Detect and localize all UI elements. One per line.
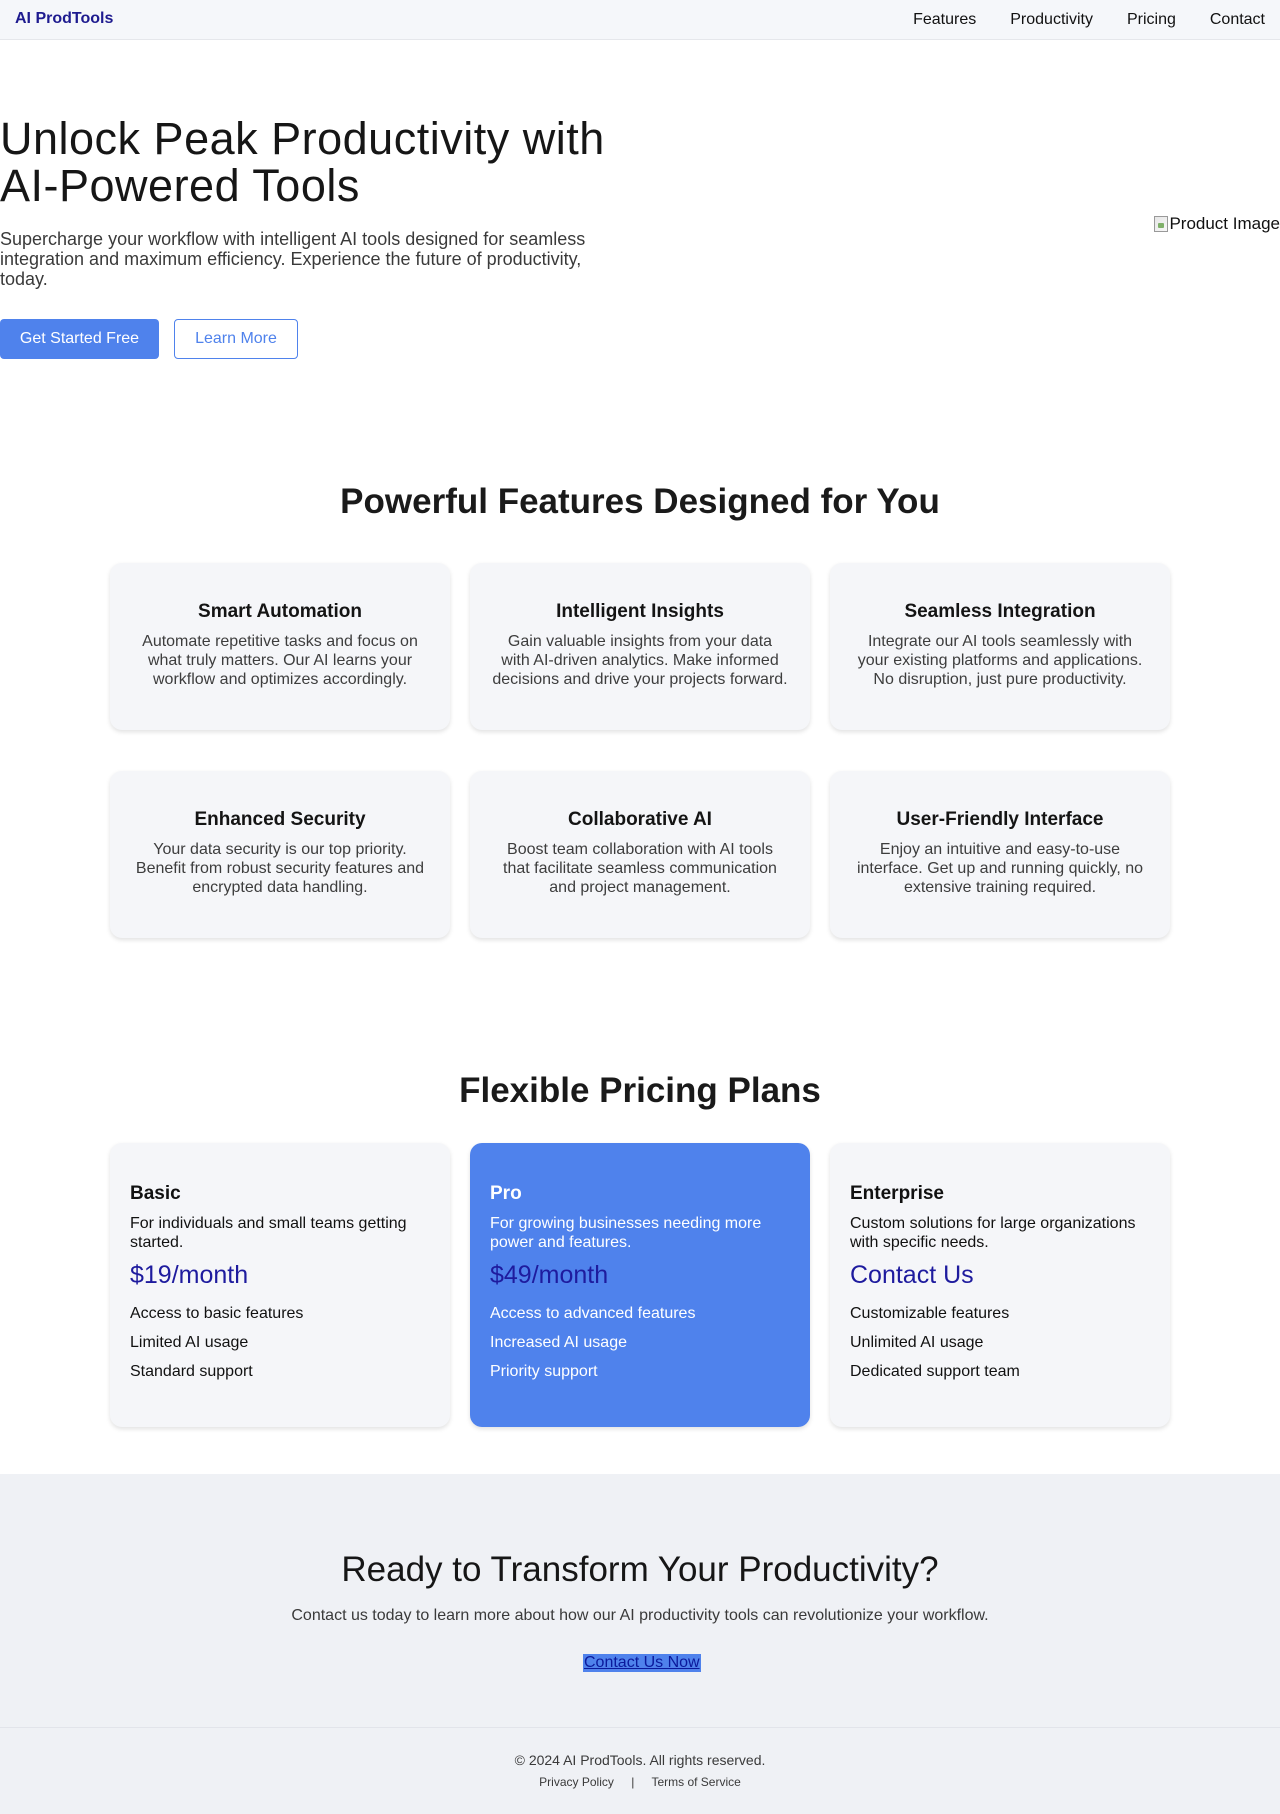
feature-card-title: Enhanced Security: [194, 809, 366, 830]
features-title: Powerful Features Designed for You: [340, 482, 940, 521]
cta-title: Ready to Transform Your Productivity?: [341, 1550, 939, 1589]
plan-description: For individuals and small teams getting …: [130, 1215, 407, 1251]
learn-more-button[interactable]: Learn More: [174, 319, 298, 359]
feature-card-user-friendly-interface: User-Friendly Interface Enjoy an intuiti…: [830, 771, 1170, 938]
plan-feature: Standard support: [130, 1363, 253, 1380]
plan-feature: Unlimited AI usage: [850, 1334, 984, 1351]
plan-feature: Access to advanced features: [490, 1305, 696, 1322]
plan-name: Enterprise: [850, 1183, 944, 1204]
feature-card-title: User-Friendly Interface: [896, 809, 1104, 830]
pricing-title: Flexible Pricing Plans: [459, 1071, 821, 1110]
footer-separator: |: [631, 1775, 635, 1789]
brand-logo[interactable]: AI ProdTools: [15, 10, 113, 28]
feature-card-title: Seamless Integration: [904, 601, 1096, 622]
get-started-button[interactable]: Get Started Free: [0, 319, 159, 359]
product-image-alt: Product Image: [1169, 214, 1280, 233]
plan-feature: Increased AI usage: [490, 1334, 627, 1351]
feature-card-collaborative-ai: Collaborative AI Boost team collaboratio…: [470, 771, 810, 938]
hero-subtitle: Supercharge your workflow with intellige…: [0, 229, 586, 289]
feature-card-intelligent-insights: Intelligent Insights Gain valuable insig…: [470, 563, 810, 730]
feature-card-title: Collaborative AI: [568, 809, 712, 830]
plan-price: $49/month: [490, 1261, 609, 1289]
plan-name: Pro: [490, 1183, 522, 1204]
feature-card-desc: Gain valuable insights from your data wi…: [492, 633, 788, 688]
plan-name: Basic: [130, 1183, 181, 1204]
feature-card-desc: Integrate our AI tools seamlessly with y…: [857, 633, 1143, 688]
feature-card-desc: Your data security is our top priority. …: [135, 841, 425, 896]
feature-card-seamless-integration: Seamless Integration Integrate our AI to…: [830, 563, 1170, 730]
pricing-plan-enterprise: Enterprise Custom solutions for large or…: [830, 1143, 1170, 1427]
nav-link-productivity[interactable]: Productivity: [1010, 11, 1093, 29]
pricing-plan-basic: Basic For individuals and small teams ge…: [110, 1143, 450, 1427]
cta-subtitle: Contact us today to learn more about how…: [291, 1607, 989, 1624]
terms-of-service-link[interactable]: Terms of Service: [651, 1775, 740, 1789]
plan-feature: Dedicated support team: [850, 1363, 1020, 1380]
broken-image-icon: [1154, 216, 1169, 232]
plan-feature: Priority support: [490, 1363, 598, 1380]
plan-feature: Limited AI usage: [130, 1334, 249, 1351]
plan-price: $19/month: [130, 1261, 249, 1289]
feature-card-smart-automation: Smart Automation Automate repetitive tas…: [110, 563, 450, 730]
pricing-plan-pro: Pro For growing businesses needing more …: [470, 1143, 810, 1427]
nav-link-features[interactable]: Features: [913, 11, 976, 29]
plan-description: Custom solutions for large organizations…: [850, 1215, 1136, 1251]
feature-card-title: Smart Automation: [198, 601, 362, 622]
footer-copyright: © 2024 AI ProdTools. All rights reserved…: [514, 1752, 766, 1768]
cta-section: Ready to Transform Your Productivity? Co…: [0, 1474, 1280, 1728]
feature-card-title: Intelligent Insights: [556, 601, 724, 622]
nav-link-pricing[interactable]: Pricing: [1127, 11, 1176, 29]
hero-title: Unlock Peak Productivity with AI-Powered…: [0, 113, 605, 211]
top-navbar: AI ProdTools Features Productivity Prici…: [0, 0, 1280, 40]
nav-link-contact[interactable]: Contact: [1210, 11, 1265, 29]
feature-card-enhanced-security: Enhanced Security Your data security is …: [110, 771, 450, 938]
plan-description: For growing businesses needing more powe…: [490, 1215, 762, 1251]
plan-price: Contact Us: [850, 1261, 974, 1289]
feature-card-desc: Boost team collaboration with AI tools t…: [503, 841, 777, 896]
feature-card-desc: Enjoy an intuitive and easy-to-use inter…: [856, 841, 1144, 896]
nav-links: Features Productivity Pricing Contact: [879, 0, 1280, 40]
product-image: Product Image: [1154, 214, 1280, 234]
plan-feature: Access to basic features: [130, 1305, 304, 1322]
contact-us-now-link[interactable]: Contact Us Now: [583, 1654, 701, 1672]
feature-card-desc: Automate repetitive tasks and focus on w…: [142, 633, 418, 688]
footer-links: Privacy Policy | Terms of Service: [0, 1775, 1280, 1789]
plan-feature: Customizable features: [850, 1305, 1010, 1322]
privacy-policy-link[interactable]: Privacy Policy: [539, 1775, 614, 1789]
footer: © 2024 AI ProdTools. All rights reserved…: [0, 1727, 1280, 1814]
